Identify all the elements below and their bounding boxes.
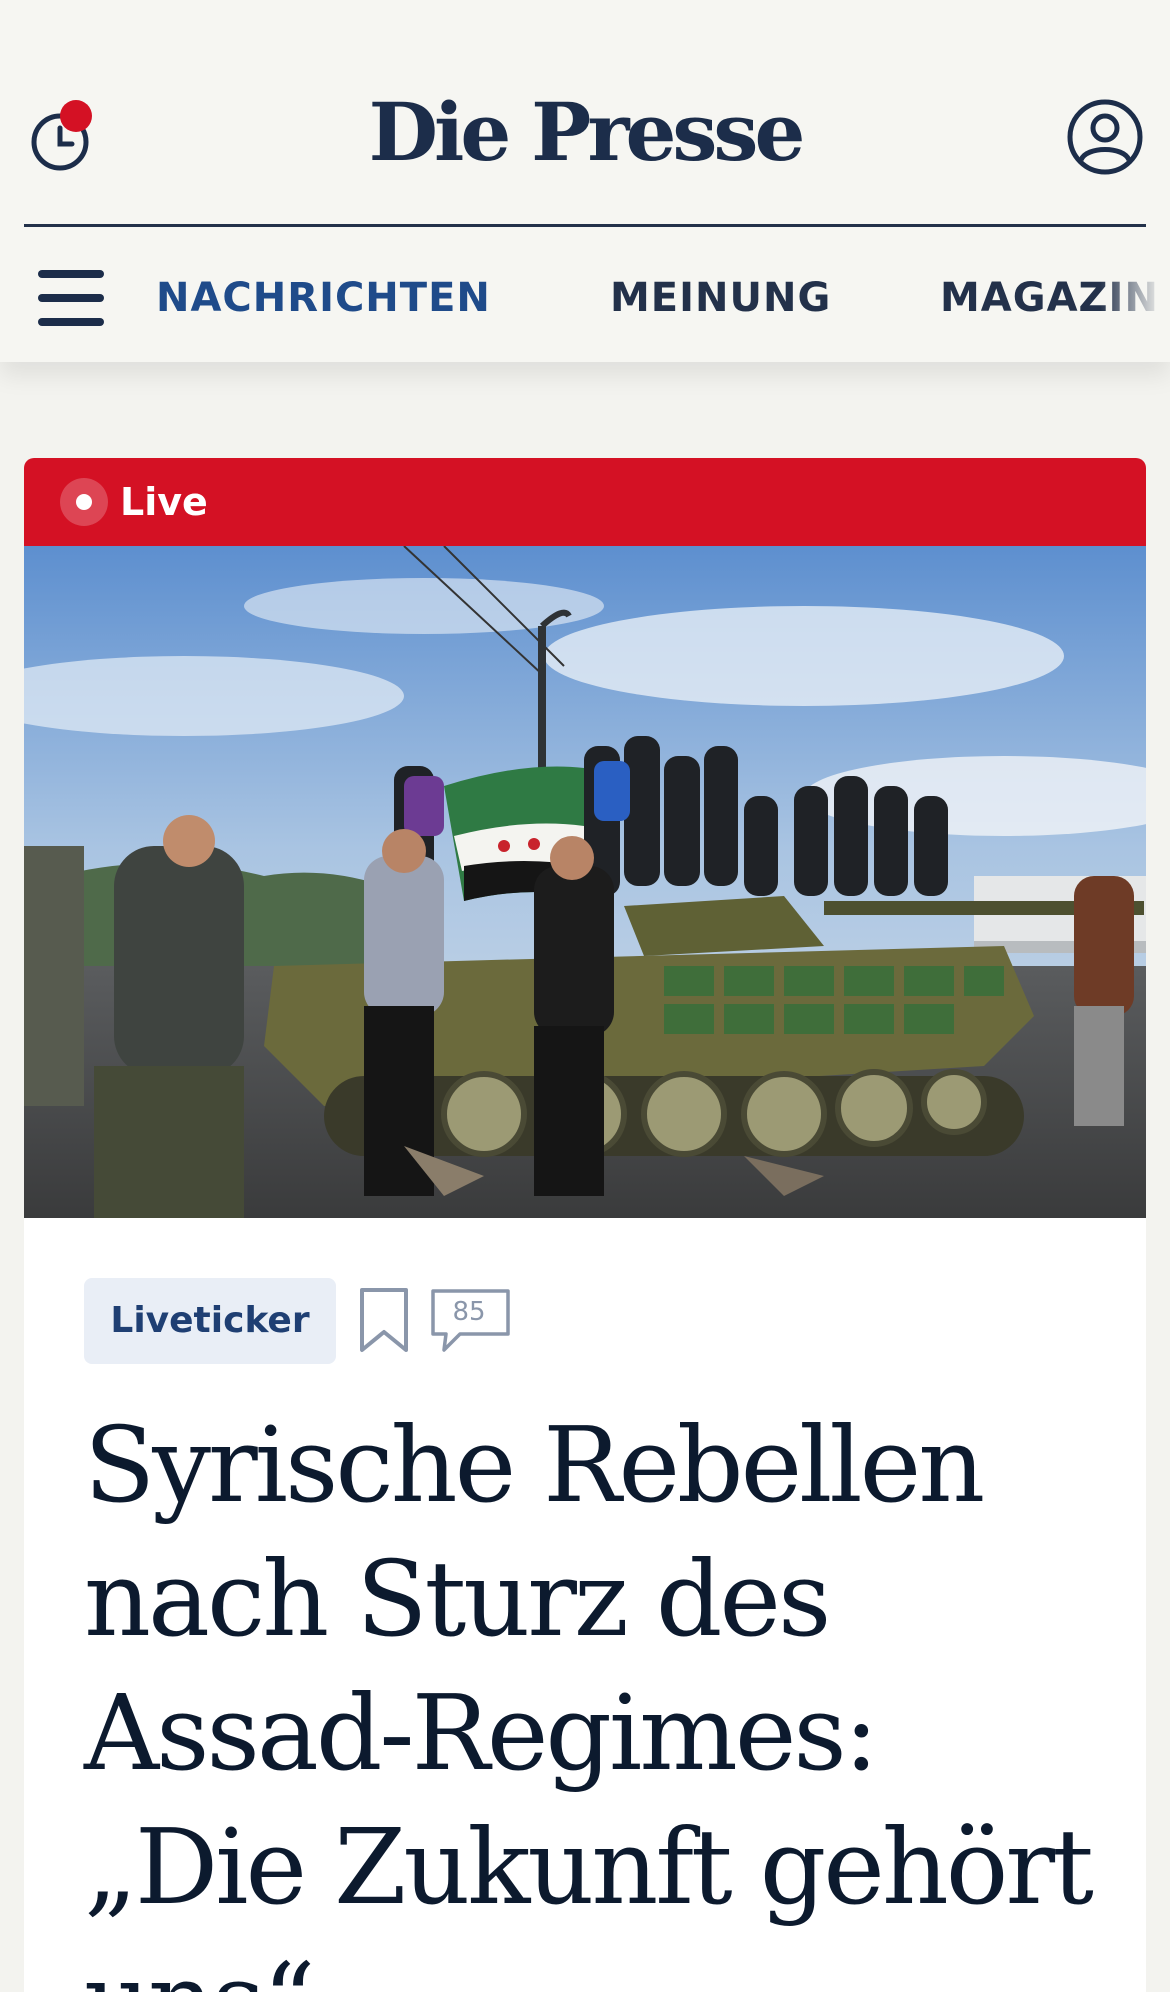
site-header: Die Presse NACHRICHTEN MEINUNG MAGAZIN — [0, 0, 1170, 362]
live-banner: Live — [24, 458, 1146, 546]
nav-scroll-fade — [1100, 262, 1170, 334]
main-navigation: NACHRICHTEN MEINUNG MAGAZIN — [156, 262, 1170, 334]
hamburger-menu-icon[interactable] — [38, 270, 106, 326]
bookmark-icon — [360, 1288, 408, 1352]
article-headline[interactable]: Syrische Rebellen nach Sturz des Assad-R… — [84, 1398, 1094, 1992]
site-logo[interactable]: Die Presse — [300, 82, 870, 182]
category-tag-liveticker[interactable]: Liveticker — [84, 1278, 336, 1364]
article-hero-image[interactable] — [24, 546, 1146, 1218]
comments-button[interactable]: 85 — [430, 1288, 512, 1354]
hero-photo — [24, 546, 1146, 1218]
live-indicator-icon — [60, 478, 108, 526]
notification-dot — [60, 100, 92, 132]
live-label: Live — [120, 480, 208, 524]
comment-count: 85 — [452, 1297, 486, 1327]
account-button[interactable] — [1066, 98, 1144, 176]
article-card[interactable]: Live Liveticker 85 Syrische Rebellen nac… — [24, 458, 1146, 1992]
user-icon — [1067, 99, 1143, 175]
bookmark-button[interactable] — [358, 1286, 410, 1354]
nav-item-meinung[interactable]: MEINUNG — [610, 262, 831, 334]
nav-item-nachrichten[interactable]: NACHRICHTEN — [156, 262, 491, 334]
reading-history-button[interactable] — [30, 98, 96, 174]
header-divider — [24, 224, 1146, 227]
